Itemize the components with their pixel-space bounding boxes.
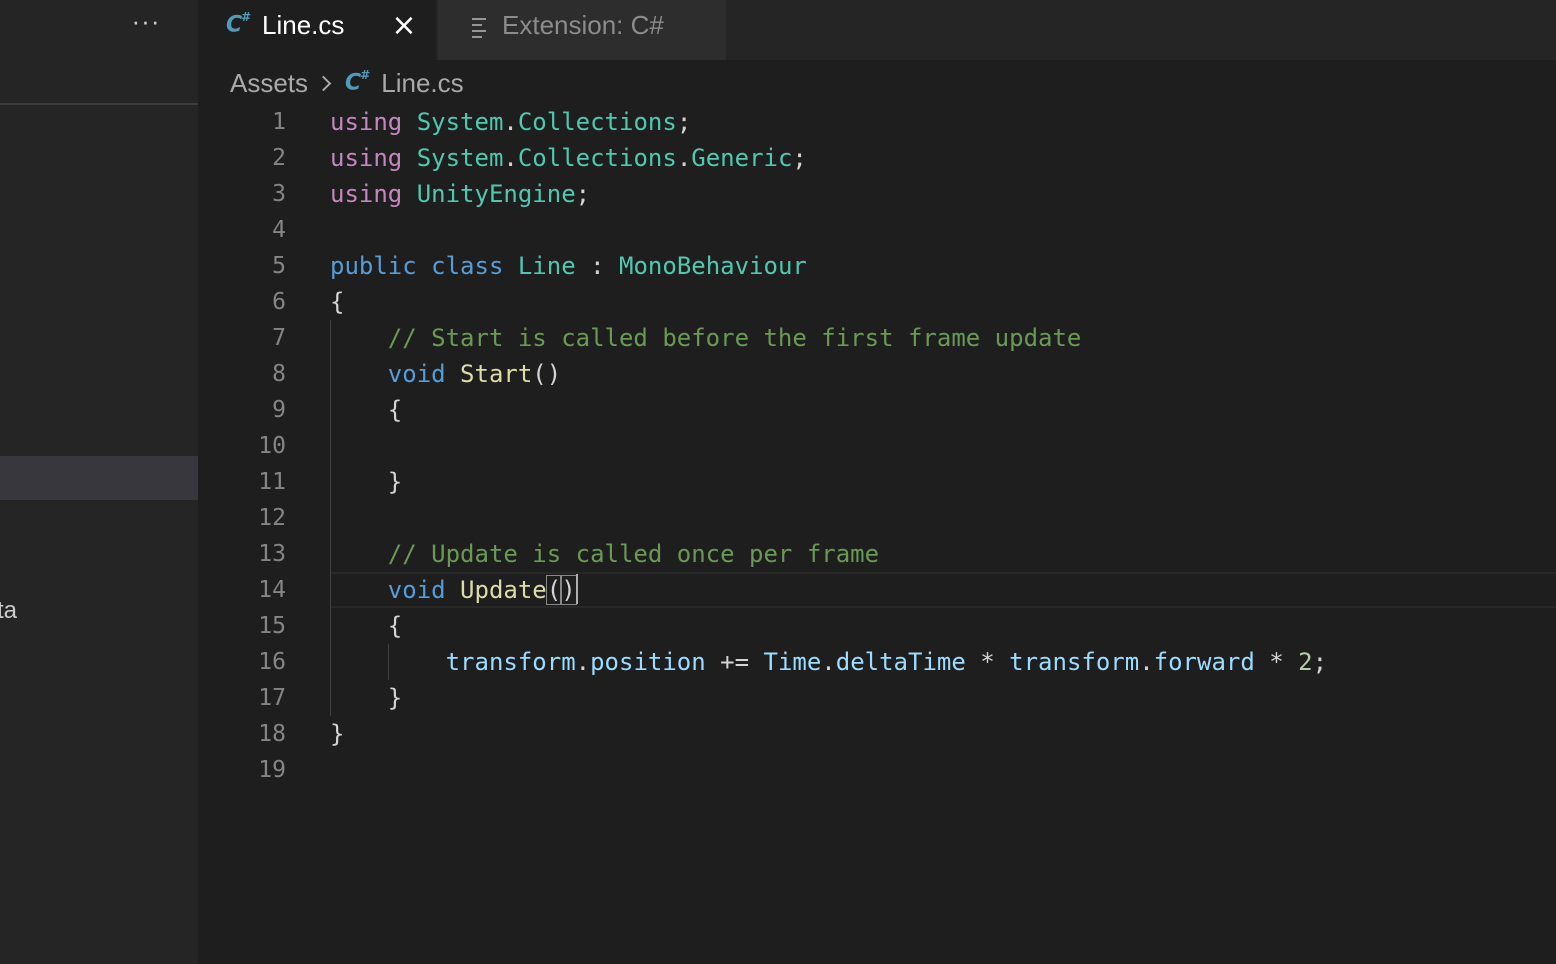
line-number: 7 bbox=[272, 325, 286, 351]
code-line: } bbox=[387, 684, 403, 712]
line-number: 4 bbox=[272, 217, 286, 243]
code-lines[interactable]: using System.Collections; using System.C… bbox=[330, 104, 1550, 788]
sidebar: ··· ta bbox=[0, 0, 198, 964]
preview-doc-icon bbox=[472, 18, 488, 38]
tab-label: Line.cs bbox=[262, 10, 345, 40]
text-cursor bbox=[575, 574, 578, 604]
code-line: void Start() bbox=[387, 360, 562, 388]
line-number: 10 bbox=[258, 433, 286, 459]
sidebar-divider bbox=[0, 103, 198, 105]
line-number: 19 bbox=[258, 757, 286, 783]
line-number: 11 bbox=[258, 469, 286, 495]
sidebar-selected-item[interactable] bbox=[0, 456, 198, 500]
code-editor[interactable]: 1 2 3 4 5 6 7 8 9 10 11 12 13 14 15 16 1… bbox=[198, 104, 1556, 964]
line-number: 14 bbox=[258, 577, 286, 603]
line-number: 13 bbox=[258, 541, 286, 567]
close-icon[interactable]: × bbox=[390, 11, 418, 41]
tab-line-cs[interactable]: C# Line.cs × bbox=[198, 0, 436, 60]
code-line: // Update is called once per frame bbox=[387, 540, 880, 568]
csharp-icon: C# bbox=[226, 10, 251, 38]
line-number: 15 bbox=[258, 613, 286, 639]
line-number: 6 bbox=[272, 289, 286, 315]
line-number: 16 bbox=[258, 649, 286, 675]
tab-label: Extension: C# bbox=[502, 10, 664, 40]
line-number: 9 bbox=[272, 397, 286, 423]
vscode-window: ··· ta C# Line.cs × Extension: C# Assets… bbox=[0, 0, 1556, 964]
code-line: using System.Collections; bbox=[330, 108, 692, 136]
line-number: 5 bbox=[272, 253, 286, 279]
sidebar-item-label[interactable]: ta bbox=[0, 596, 17, 628]
code-line: { bbox=[330, 288, 345, 316]
line-number: 2 bbox=[272, 145, 286, 171]
code-line-current: void Update() bbox=[387, 574, 578, 605]
editor-tab-bar: C# Line.cs × Extension: C# bbox=[198, 0, 1556, 60]
code-line: { bbox=[387, 612, 403, 640]
line-number: 12 bbox=[258, 505, 286, 531]
code-line: { bbox=[387, 396, 403, 424]
matched-bracket: ) bbox=[560, 575, 577, 605]
chevron-right-icon bbox=[315, 75, 332, 91]
code-line: using System.Collections.Generic; bbox=[330, 144, 807, 172]
breadcrumb-file[interactable]: Line.cs bbox=[381, 68, 463, 99]
csharp-icon: C# bbox=[345, 68, 370, 96]
line-number: 3 bbox=[272, 181, 286, 207]
line-number: 8 bbox=[272, 361, 286, 387]
tab-extension-csharp[interactable]: Extension: C# bbox=[438, 0, 726, 60]
code-line: transform.position += Time.deltaTime * t… bbox=[445, 648, 1328, 676]
breadcrumb-folder[interactable]: Assets bbox=[230, 68, 308, 99]
breadcrumb: Assets C# Line.cs bbox=[230, 66, 464, 100]
more-actions-button[interactable]: ··· bbox=[126, 6, 166, 42]
line-number-gutter: 1 2 3 4 5 6 7 8 9 10 11 12 13 14 15 16 1… bbox=[198, 104, 286, 788]
matched-bracket: ( bbox=[545, 575, 563, 605]
line-number: 18 bbox=[258, 721, 286, 747]
code-line: using UnityEngine; bbox=[330, 180, 591, 208]
code-line: // Start is called before the first fram… bbox=[387, 324, 1082, 352]
code-line: } bbox=[387, 468, 403, 496]
code-line: public class Line : MonoBehaviour bbox=[330, 252, 807, 280]
line-number: 17 bbox=[258, 685, 286, 711]
code-line: } bbox=[330, 720, 345, 748]
line-number: 1 bbox=[272, 109, 286, 135]
